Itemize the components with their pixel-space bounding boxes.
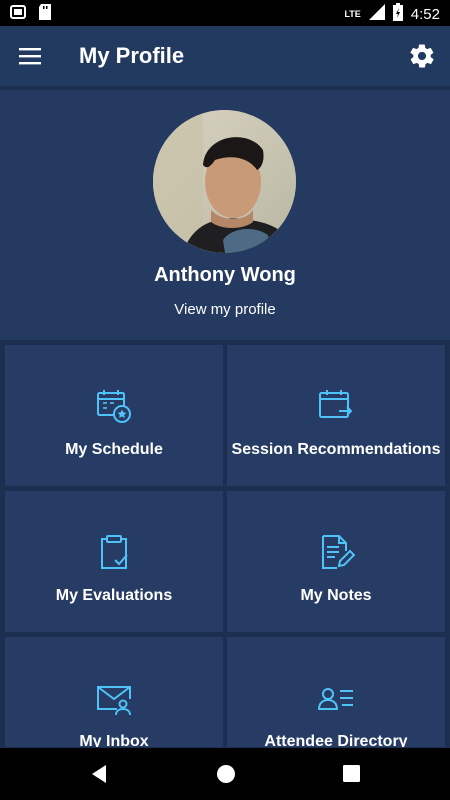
tile-label: Session Recommendations [231, 441, 441, 458]
lte-label: LTE [344, 9, 361, 19]
tile-label: My Schedule [65, 441, 163, 458]
gear-icon[interactable] [408, 42, 436, 70]
avatar[interactable] [153, 110, 296, 253]
notification-icon [10, 5, 26, 24]
tile-my-notes[interactable]: My Notes [227, 491, 445, 632]
page-title: My Profile [79, 43, 185, 68]
tile-label: Attendee Directory [264, 733, 408, 747]
tile-session-recommendations[interactable]: Session Recommendations [227, 345, 445, 486]
menu-grid: My Schedule Session Recommendations My E… [5, 345, 447, 747]
note-pencil-icon [317, 533, 356, 571]
tile-label: My Evaluations [55, 587, 173, 604]
app-bar: My Profile [0, 26, 450, 86]
view-profile-link[interactable]: View my profile [0, 301, 450, 318]
system-nav-bar [0, 748, 450, 800]
profile-name: Anthony Wong [154, 264, 296, 286]
battery-charging-icon [392, 3, 403, 25]
clipboard-check-icon [95, 533, 133, 571]
status-time: 4:52 [410, 5, 440, 23]
tile-label: My Notes [300, 587, 372, 604]
person-list-icon [317, 679, 355, 717]
sd-card-icon [38, 4, 52, 25]
calendar-star-icon [95, 387, 133, 425]
tile-label: My Inbox [79, 733, 149, 747]
recents-icon[interactable] [343, 765, 360, 787]
calendar-arrow-icon [317, 387, 355, 425]
back-icon[interactable] [90, 764, 108, 789]
tile-my-inbox[interactable]: My Inbox [5, 637, 223, 747]
profile-header: Anthony Wong View my profile [0, 90, 450, 340]
hamburger-menu-icon[interactable] [18, 44, 44, 68]
envelope-user-icon [95, 679, 133, 717]
signal-icon [368, 4, 385, 24]
tile-my-evaluations[interactable]: My Evaluations [5, 491, 223, 632]
tile-attendee-directory[interactable]: Attendee Directory [227, 637, 445, 747]
status-bar: LTE 4:52 [0, 0, 450, 26]
home-icon[interactable] [216, 764, 236, 789]
tile-my-schedule[interactable]: My Schedule [5, 345, 223, 486]
